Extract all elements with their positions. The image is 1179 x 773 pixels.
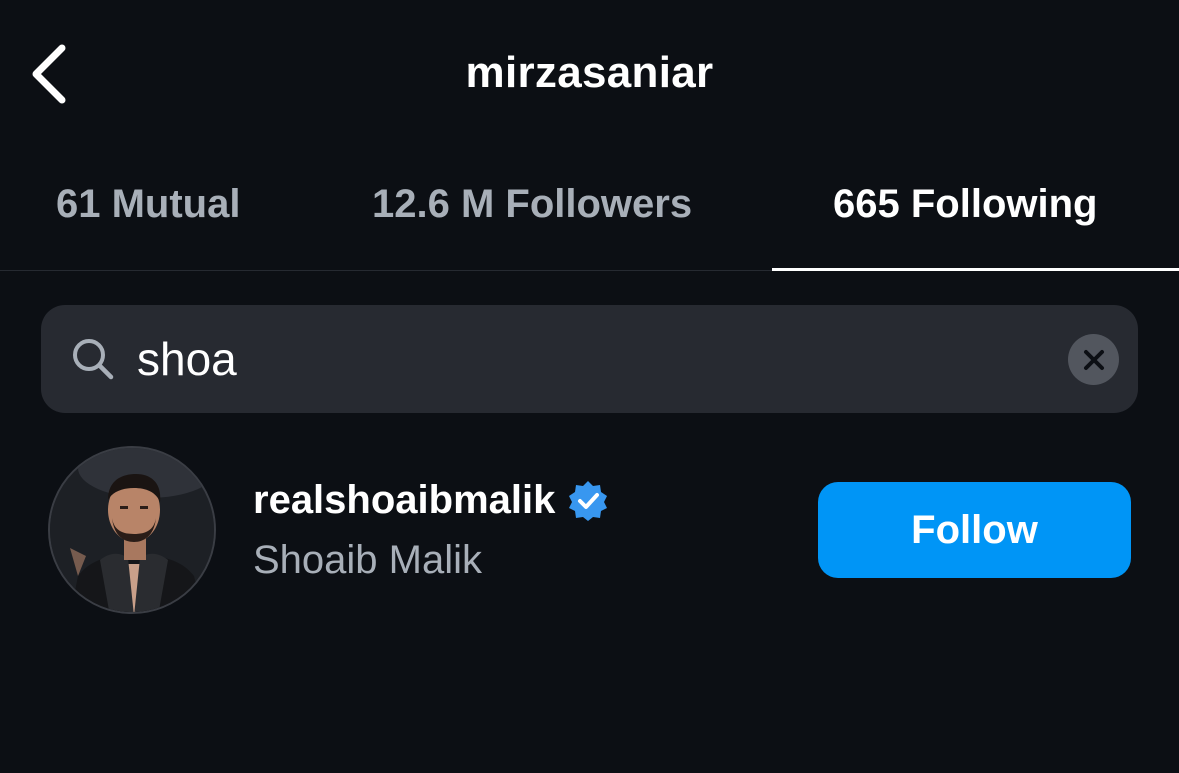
active-tab-indicator bbox=[772, 268, 1179, 271]
username: realshoaibmalik bbox=[253, 478, 556, 522]
tab-followers[interactable]: 12.6 M Followers bbox=[372, 182, 692, 227]
header: mirzasaniar bbox=[0, 0, 1179, 150]
clear-search-button[interactable] bbox=[1068, 334, 1119, 385]
username-line: realshoaibmalik bbox=[253, 478, 609, 523]
verified-badge-icon bbox=[569, 480, 608, 521]
tab-following[interactable]: 665 Following bbox=[833, 182, 1097, 227]
follow-button[interactable]: Follow bbox=[818, 482, 1131, 578]
avatar[interactable] bbox=[48, 446, 216, 614]
search-icon bbox=[73, 339, 114, 380]
full-name: Shoaib Malik bbox=[253, 538, 483, 582]
profile-photo bbox=[50, 448, 214, 612]
tab-bar: 61 Mutual 12.6 M Followers 665 Following bbox=[0, 160, 1179, 272]
tab-mutual[interactable]: 61 Mutual bbox=[56, 182, 240, 227]
following-screen: mirzasaniar 61 Mutual 12.6 M Followers 6… bbox=[0, 0, 1179, 773]
list-item[interactable]: realshoaibmalik Shoaib Malik Follow bbox=[0, 440, 1179, 620]
close-icon bbox=[1083, 349, 1104, 370]
search-input[interactable] bbox=[137, 327, 1037, 391]
search-bar bbox=[41, 305, 1138, 413]
page-title: mirzasaniar bbox=[465, 48, 714, 97]
